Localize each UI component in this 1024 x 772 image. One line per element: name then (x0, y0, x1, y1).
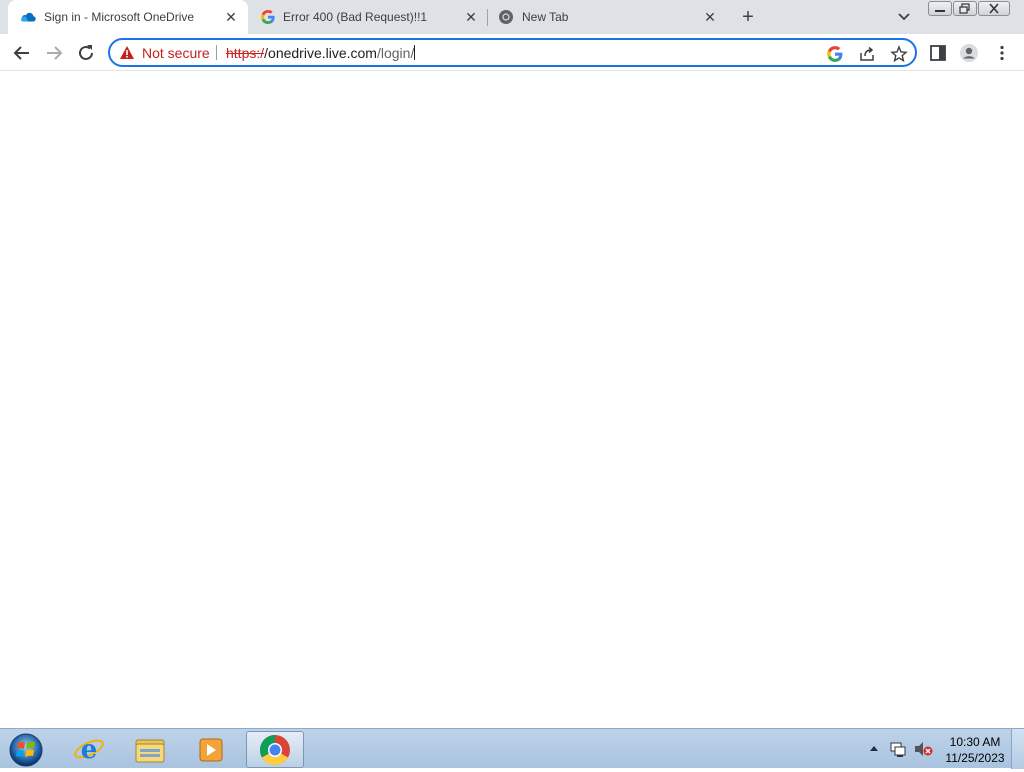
side-panel-icon[interactable] (928, 43, 948, 63)
share-icon[interactable] (858, 45, 876, 63)
browser-toolbar: Not secure https://onedrive.live.com/log… (0, 34, 1024, 71)
reload-icon[interactable] (74, 41, 98, 65)
minimize-button[interactable] (928, 1, 952, 16)
new-tab-button[interactable]: + (736, 6, 760, 28)
forward-arrow-icon[interactable] (42, 41, 66, 65)
clock-date: 11/25/2023 (945, 751, 1005, 765)
url-host: /onedrive.live.com (264, 45, 377, 61)
security-status-label[interactable]: Not secure (142, 45, 210, 61)
url-path: /login/ (376, 45, 415, 61)
network-icon[interactable] (889, 740, 907, 758)
media-player-icon (199, 738, 223, 762)
svg-text:e: e (81, 735, 98, 765)
page-content-area (0, 72, 1024, 728)
bookmark-star-icon[interactable] (890, 45, 908, 63)
tab-close-button[interactable]: ✕ (222, 8, 240, 26)
file-explorer-icon (135, 739, 165, 763)
close-window-button[interactable] (978, 1, 1010, 16)
google-lens-g-icon[interactable] (826, 45, 844, 63)
more-menu-icon[interactable] (992, 43, 1012, 63)
tab-search-chevron-icon[interactable] (893, 8, 915, 26)
tab-title: New Tab (522, 10, 569, 24)
close-icon (989, 3, 999, 14)
tab-error-400[interactable]: Error 400 (Bad Request)!!1 ✕ (248, 0, 488, 34)
taskbar-chrome[interactable] (246, 731, 304, 768)
show-hidden-icons-icon[interactable] (868, 741, 880, 755)
address-bar[interactable]: Not secure https://onedrive.live.com/log… (108, 38, 917, 67)
taskbar-media-player[interactable] (182, 731, 240, 768)
omnibox-divider (216, 45, 217, 60)
restore-button[interactable] (953, 1, 977, 16)
chrome-icon (499, 10, 513, 24)
volume-muted-icon[interactable] (913, 740, 933, 758)
text-caret (414, 45, 416, 60)
taskbar-internet-explorer[interactable]: e (60, 731, 118, 768)
tab-strip: Sign in - Microsoft OneDrive ✕ Error 400… (0, 0, 1024, 34)
minimize-icon (935, 10, 945, 12)
internet-explorer-icon: e (74, 735, 104, 765)
back-arrow-icon[interactable] (10, 41, 34, 65)
windows-taskbar: e 10:30 AM 11/25/2023 (0, 728, 1024, 769)
profile-avatar-icon[interactable] (959, 43, 979, 63)
tab-new-tab[interactable]: New Tab ✕ (488, 0, 728, 34)
tab-close-button[interactable]: ✕ (462, 8, 480, 26)
tab-onedrive-signin[interactable]: Sign in - Microsoft OneDrive ✕ (8, 0, 248, 34)
onedrive-cloud-icon (21, 12, 36, 22)
tab-title: Sign in - Microsoft OneDrive (44, 10, 195, 24)
show-desktop-button[interactable] (1011, 729, 1024, 769)
taskbar-file-explorer[interactable] (121, 731, 179, 768)
chrome-icon (259, 735, 290, 766)
url-text[interactable]: https://onedrive.live.com/login/ (226, 45, 416, 61)
restore-icon (959, 3, 970, 14)
url-scheme: https:/ (226, 45, 265, 61)
warning-triangle-icon[interactable] (119, 45, 135, 60)
system-clock[interactable]: 10:30 AM 11/25/2023 (938, 734, 1012, 766)
tab-title: Error 400 (Bad Request)!!1 (283, 10, 428, 24)
google-g-icon (261, 10, 275, 24)
clock-time: 10:30 AM (949, 735, 1001, 749)
start-button-icon[interactable] (7, 731, 45, 767)
tab-close-button[interactable]: ✕ (701, 8, 719, 26)
browser-window: Sign in - Microsoft OneDrive ✕ Error 400… (0, 0, 1024, 728)
